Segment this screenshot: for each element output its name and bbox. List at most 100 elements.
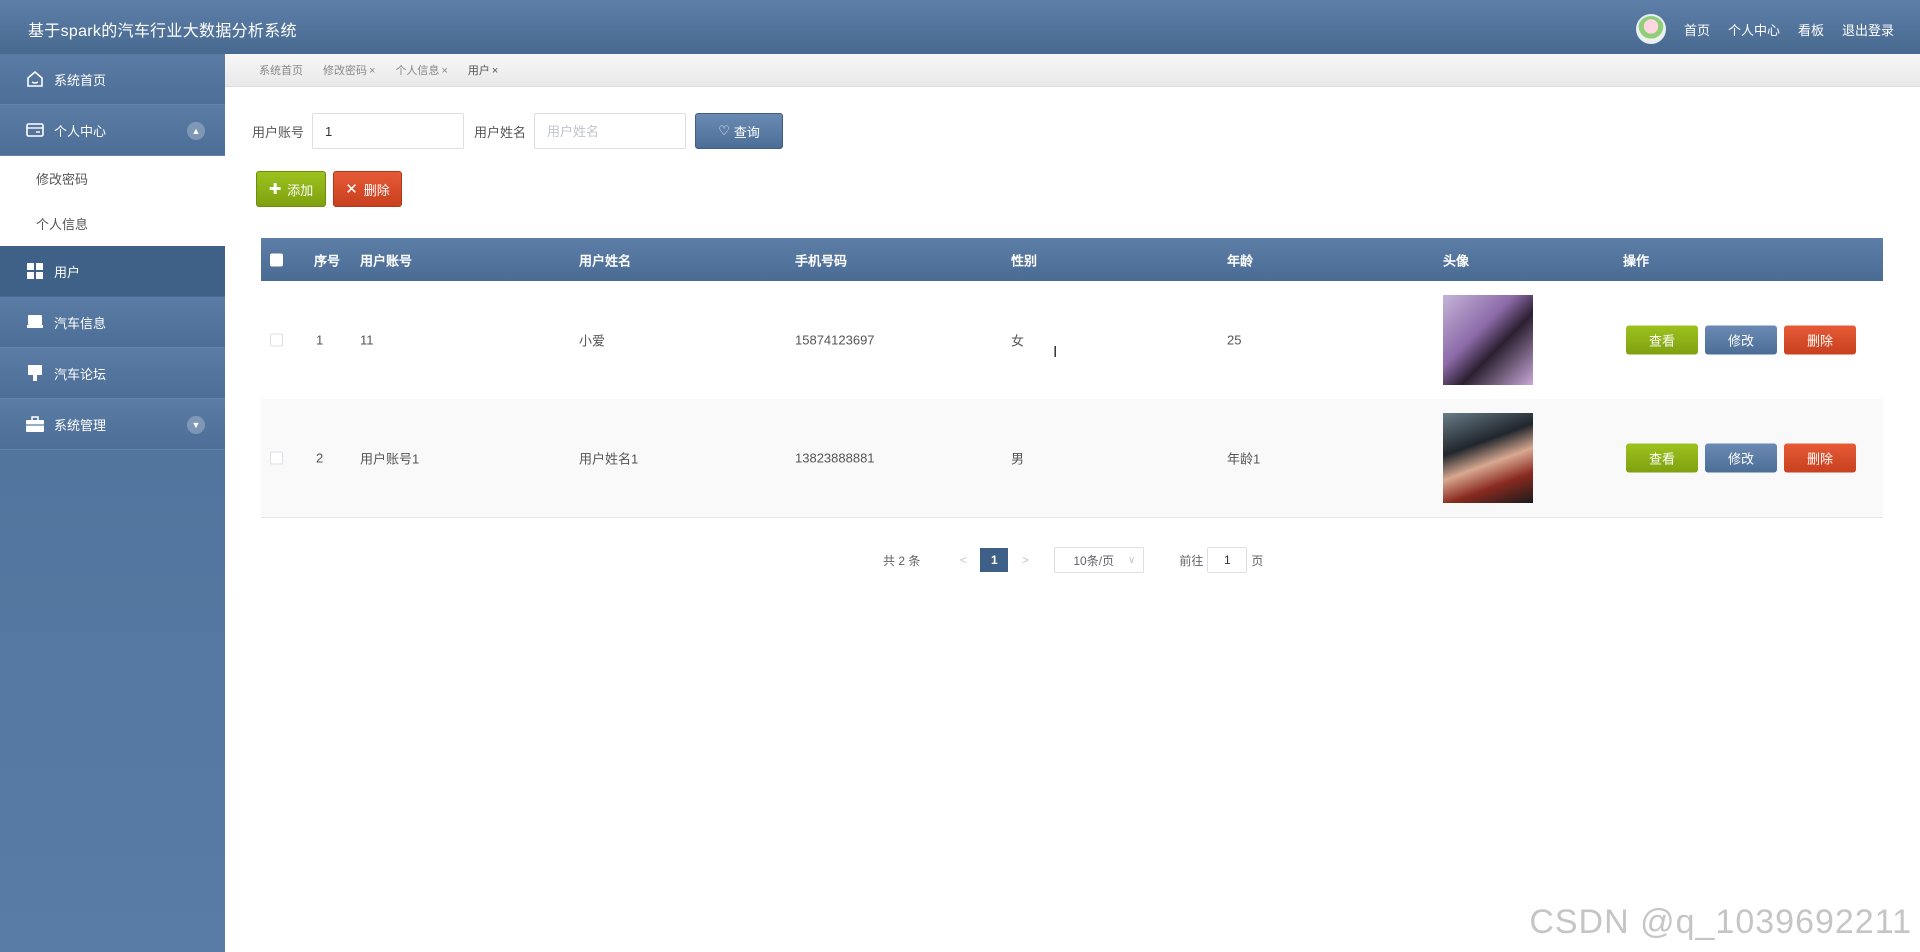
grid-icon bbox=[24, 261, 46, 281]
goto-page-input[interactable] bbox=[1207, 547, 1248, 573]
forum-icon bbox=[24, 363, 46, 383]
nav-dashboard-link[interactable]: 看板 bbox=[1798, 20, 1824, 39]
car-info-icon bbox=[24, 312, 46, 332]
page-number-button[interactable]: 1 bbox=[980, 548, 1009, 572]
query-button[interactable]: ♡ 查询 bbox=[695, 113, 784, 149]
close-icon[interactable]: × bbox=[441, 65, 447, 77]
tab-users[interactable]: 用户 × bbox=[468, 62, 498, 78]
avatar-thumbnail[interactable] bbox=[1443, 413, 1533, 503]
sidebar-subitem-personal-info[interactable]: 个人信息 bbox=[0, 201, 225, 246]
tab-change-password[interactable]: 修改密码 × bbox=[323, 62, 375, 78]
search-bar: 用户账号 用户姓名 ♡ 查询 bbox=[252, 113, 784, 149]
sidebar-item-label: 系统首页 bbox=[54, 72, 107, 88]
cell-phone: 15874123697 bbox=[795, 332, 875, 348]
row-actions: 查看 修改 删除 bbox=[1626, 443, 1856, 473]
batch-delete-button[interactable]: ✕ 删除 bbox=[333, 171, 402, 207]
delete-button[interactable]: 删除 bbox=[1784, 443, 1856, 473]
user-table: 序号 用户账号 用户姓名 手机号码 性别 年龄 头像 操作 1 11 小爱 15… bbox=[261, 238, 1883, 518]
action-bar: ✚ 添加 ✕ 删除 bbox=[256, 171, 402, 207]
goto-label: 前往 bbox=[1179, 553, 1204, 568]
tab-system-home[interactable]: 系统首页 bbox=[259, 62, 303, 78]
cell-gender: 女 bbox=[1011, 333, 1025, 349]
sidebar-item-label: 汽车论坛 bbox=[54, 366, 107, 382]
total-count: 共 2 条 bbox=[883, 553, 921, 568]
table-header: 序号 用户账号 用户姓名 手机号码 性别 年龄 头像 操作 bbox=[261, 238, 1883, 281]
account-label: 用户账号 bbox=[252, 124, 305, 140]
app-title: 基于spark的汽车行业大数据分析系统 bbox=[28, 23, 297, 40]
table-row: 1 11 小爱 15874123697 女 25 查看 修改 删除 bbox=[261, 281, 1883, 399]
plus-icon: ✚ bbox=[268, 181, 282, 198]
sidebar-item-label: 用户 bbox=[54, 264, 81, 280]
next-page-button[interactable]: > bbox=[1010, 553, 1040, 567]
sidebar-item-label: 系统管理 bbox=[54, 417, 107, 433]
cell-name: 用户姓名1 bbox=[579, 451, 639, 467]
column-header: 手机号码 bbox=[795, 253, 848, 268]
cell-gender: 男 bbox=[1011, 451, 1025, 467]
sidebar-item-label: 个人中心 bbox=[54, 123, 107, 139]
close-icon: ✕ bbox=[345, 181, 358, 198]
sidebar-item-users[interactable]: 用户 bbox=[0, 246, 225, 297]
pagination: 共 2 条 < 1 > 10条/页 ∨ 前往 页 bbox=[883, 547, 1263, 573]
select-all-checkbox[interactable] bbox=[270, 253, 283, 266]
sidebar-subitem-change-password[interactable]: 修改密码 bbox=[0, 156, 225, 201]
sidebar-item-car-forum[interactable]: 汽车论坛 bbox=[0, 348, 225, 399]
row-actions: 查看 修改 删除 bbox=[1626, 325, 1856, 355]
sidebar-item-system-management[interactable]: 系统管理 ▼ bbox=[0, 399, 225, 450]
submenu-personal-center: 修改密码 个人信息 bbox=[0, 156, 225, 246]
view-button[interactable]: 查看 bbox=[1626, 443, 1698, 473]
cell-account: 用户账号1 bbox=[360, 451, 420, 467]
page-size-select[interactable]: 10条/页 ∨ bbox=[1054, 547, 1145, 573]
row-checkbox[interactable] bbox=[270, 333, 283, 347]
chevron-down-icon: ∨ bbox=[1128, 554, 1136, 566]
sidebar-item-personal-center[interactable]: 个人中心 ▲ bbox=[0, 105, 225, 156]
nav-logout-link[interactable]: 退出登录 bbox=[1842, 20, 1894, 39]
sidebar-item-car-info[interactable]: 汽车信息 bbox=[0, 297, 225, 348]
watermark: CSDN @q_1039692211 bbox=[1529, 903, 1912, 941]
breadcrumb-tabs: 系统首页 修改密码 × 个人信息 × 用户 × bbox=[225, 54, 1920, 87]
column-header: 用户账号 bbox=[360, 253, 413, 268]
heart-icon: ♡ bbox=[718, 123, 730, 138]
nav-profile-link[interactable]: 个人中心 bbox=[1728, 20, 1780, 39]
sidebar-item-system-home[interactable]: 系统首页 bbox=[0, 54, 225, 105]
sidebar: 系统首页 个人中心 ▲ 修改密码 个人信息 用户 汽车信息 汽车论坛 系统管理 … bbox=[0, 54, 225, 952]
cell-account: 11 bbox=[360, 332, 374, 348]
row-checkbox[interactable] bbox=[270, 451, 283, 465]
profile-card-icon bbox=[24, 120, 46, 140]
table-row: 2 用户账号1 用户姓名1 13823888881 男 年龄1 查看 修改 删除 bbox=[261, 399, 1883, 517]
account-search-input[interactable] bbox=[312, 113, 465, 149]
cell-index: 2 bbox=[316, 450, 324, 466]
view-button[interactable]: 查看 bbox=[1626, 325, 1698, 355]
column-header: 序号 bbox=[314, 253, 341, 268]
name-search-input[interactable] bbox=[534, 113, 687, 149]
add-button[interactable]: ✚ 添加 bbox=[256, 171, 326, 207]
prev-page-button[interactable]: < bbox=[948, 553, 978, 567]
sidebar-item-label: 汽车信息 bbox=[54, 315, 107, 331]
column-header: 性别 bbox=[1011, 253, 1038, 268]
cell-index: 1 bbox=[316, 332, 324, 348]
close-icon[interactable]: × bbox=[492, 65, 498, 77]
top-header: 基于spark的汽车行业大数据分析系统 首页 个人中心 看板 退出登录 bbox=[0, 0, 1920, 54]
text-cursor-icon: I bbox=[1053, 344, 1058, 361]
page-suffix-label: 页 bbox=[1251, 553, 1264, 568]
delete-button[interactable]: 删除 bbox=[1784, 325, 1856, 355]
briefcase-icon bbox=[24, 414, 46, 434]
column-header: 头像 bbox=[1443, 253, 1470, 268]
column-header: 用户姓名 bbox=[579, 253, 632, 268]
column-header: 年龄 bbox=[1227, 253, 1254, 268]
user-avatar[interactable] bbox=[1635, 14, 1666, 44]
name-label: 用户姓名 bbox=[474, 124, 527, 140]
home-icon bbox=[24, 69, 46, 89]
cell-age: 年龄1 bbox=[1227, 451, 1261, 467]
chevron-down-icon[interactable]: ▼ bbox=[187, 416, 205, 434]
tab-personal-info[interactable]: 个人信息 × bbox=[395, 62, 447, 78]
cell-phone: 13823888881 bbox=[795, 450, 875, 466]
nav-home-link[interactable]: 首页 bbox=[1684, 20, 1710, 39]
avatar-thumbnail[interactable] bbox=[1443, 295, 1533, 385]
header-nav: 首页 个人中心 看板 退出登录 bbox=[1635, 14, 1894, 44]
close-icon[interactable]: × bbox=[369, 65, 375, 77]
edit-button[interactable]: 修改 bbox=[1705, 443, 1777, 473]
chevron-up-icon[interactable]: ▲ bbox=[187, 122, 205, 140]
cell-age: 25 bbox=[1227, 332, 1242, 348]
edit-button[interactable]: 修改 bbox=[1705, 325, 1777, 355]
cell-name: 小爱 bbox=[579, 333, 606, 349]
